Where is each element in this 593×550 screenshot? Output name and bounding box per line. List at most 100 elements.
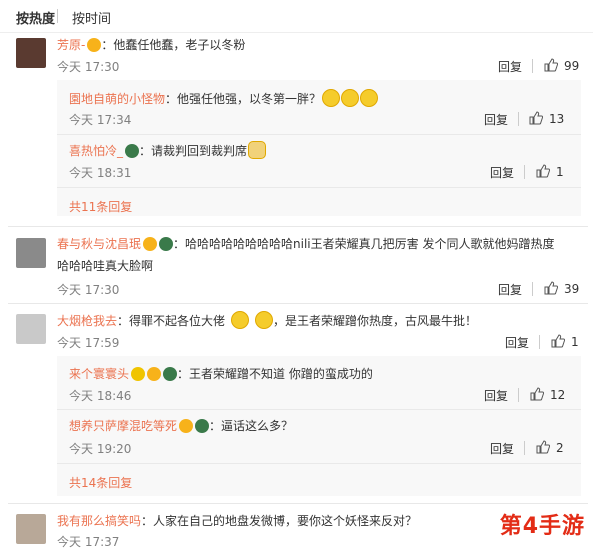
like-button[interactable]: 99 [544,58,579,73]
comment-time: 今天 17:37 [57,535,120,549]
reply-button[interactable]: 回复 [484,111,508,128]
like-button[interactable]: 1 [536,164,564,179]
vip-badge-icon [179,419,194,433]
reply-time: 今天 19:20 [69,442,132,456]
vip-badge-icon [143,237,158,251]
reply-body: ：请裁判回到裁判席 [139,144,248,158]
comment-text-continued: 哈哈哈哇真大脸啊 [57,257,153,275]
reply-text: 想养只萨摩混吃等死 ：逼话这么多？ [69,417,293,435]
comment-username[interactable]: 芳原- [57,38,85,52]
watermark-logo: 第4手游 [499,514,585,539]
like-count: 12 [550,388,566,402]
crying-emoji-icon [231,311,250,329]
divider [8,303,588,304]
like-button[interactable]: 2 [536,440,564,455]
comment-body: ：人家在自己的地盘发微博，要你这个妖怪来反对？ [141,514,418,528]
reply-text: 園地自萌的小怪物：他强任他强，以冬第一胖？ [69,89,379,108]
laughing-emoji-icon [322,89,341,107]
comment-time: 今天 17:30 [57,283,120,297]
more-replies-link[interactable]: 共11条回复 [69,198,132,215]
comment-body: ：得罪不起各位大佬 [117,314,226,328]
member-badge-icon [159,237,174,251]
like-button[interactable]: 1 [551,334,579,349]
divider [57,463,581,464]
like-count: 13 [549,112,565,126]
divider [532,59,533,73]
comment-text: 大烟枪我去：得罪不起各位大佬 ，是王者荣耀蹭你热度，古风最牛批！ [57,311,477,330]
reply-text: 喜热怕冷_ ：请裁判回到裁判席 [69,141,267,160]
sort-by-time-tab[interactable]: 按时间 [72,8,111,27]
divider [57,9,58,23]
like-button[interactable]: 13 [529,111,564,126]
crying-emoji-icon [255,311,274,329]
like-button[interactable]: 39 [544,281,579,296]
comment-body: ，是王者荣耀蹭你热度，古风最牛批！ [273,314,478,328]
reply-button[interactable]: 回复 [490,164,514,181]
divider [532,282,533,296]
reply-button[interactable]: 回复 [498,58,522,75]
like-count: 99 [564,59,580,73]
reply-time: 今天 17:34 [69,113,132,127]
divider [518,388,519,402]
like-count: 1 [571,335,579,349]
avatar[interactable] [16,238,46,268]
comment-time: 今天 17:59 [57,336,120,350]
thumbs-up-icon [536,440,550,454]
cat-emoji-icon [248,141,267,159]
like-count: 2 [556,441,564,455]
vip-badge-icon [87,38,102,52]
divider [524,165,525,179]
member-badge-icon [195,419,210,433]
thumbs-up-icon [529,111,543,125]
verified-badge-icon [131,367,146,381]
reply-username[interactable]: 園地自萌的小怪物 [69,92,165,106]
comment-username[interactable]: 春与秋与沈昌珉 [57,237,141,251]
thumbs-up-icon [551,334,565,348]
divider [8,503,588,504]
reply-body: ：他强任他强，以冬第一胖？ [165,92,322,106]
reply-button[interactable]: 回复 [484,387,508,404]
comment-text: 我有那么搞笑吗：人家在自己的地盘发微博，要你这个妖怪来反对？ [57,512,417,530]
avatar[interactable] [16,314,46,344]
like-count: 1 [556,165,564,179]
reply-username[interactable]: 喜热怕冷_ [69,144,123,158]
reply-body: ：王者荣耀蹭不知道 你蹭的蛮成功的 [177,367,373,381]
avatar[interactable] [16,38,46,68]
avatar[interactable] [16,514,46,544]
member-badge-icon [163,367,178,381]
sort-by-hot-tab[interactable]: 按热度 [16,8,55,27]
reply-text: 来个寰寰头 ：王者荣耀蹭不知道 你蹭的蛮成功的 [69,365,373,383]
comment-body: ：哈哈哈哈哈哈哈哈哈nili王者荣耀真几把厉害 发个同人歌就他妈蹭热度 [173,237,555,251]
divider [57,187,581,188]
reply-body: ：逼话这么多？ [209,419,294,433]
divider [57,409,581,410]
reply-button[interactable]: 回复 [498,281,522,298]
divider [518,112,519,126]
reply-button[interactable]: 回复 [490,440,514,457]
comment-text: 芳原- ：他蠢任他蠢，老子以冬粉 [57,36,245,54]
thumbs-up-icon [536,164,550,178]
thumbs-up-icon [544,281,558,295]
thumbs-up-icon [530,387,544,401]
member-badge-icon [125,144,140,158]
comment-username[interactable]: 大烟枪我去 [57,314,117,328]
comment-username[interactable]: 我有那么搞笑吗 [57,514,141,528]
reply-time: 今天 18:31 [69,166,132,180]
divider [524,441,525,455]
laughing-emoji-icon [360,89,379,107]
reply-button[interactable]: 回复 [505,334,529,351]
vip-badge-icon [147,367,162,381]
laughing-emoji-icon [341,89,360,107]
comment-body: ：他蠢任他蠢，老子以冬粉 [101,38,246,52]
reply-username[interactable]: 想养只萨摩混吃等死 [69,419,177,433]
more-replies-link[interactable]: 共14条回复 [69,474,132,491]
divider [539,335,540,349]
divider [8,226,588,227]
sort-bar: 按热度 按时间 [0,0,593,33]
like-button[interactable]: 12 [530,387,565,402]
reply-username[interactable]: 来个寰寰头 [69,367,129,381]
comment-text: 春与秋与沈昌珉 ：哈哈哈哈哈哈哈哈哈nili王者荣耀真几把厉害 发个同人歌就他妈蹭… [57,235,554,253]
reply-time: 今天 18:46 [69,389,132,403]
divider [57,134,581,135]
like-count: 39 [564,282,580,296]
